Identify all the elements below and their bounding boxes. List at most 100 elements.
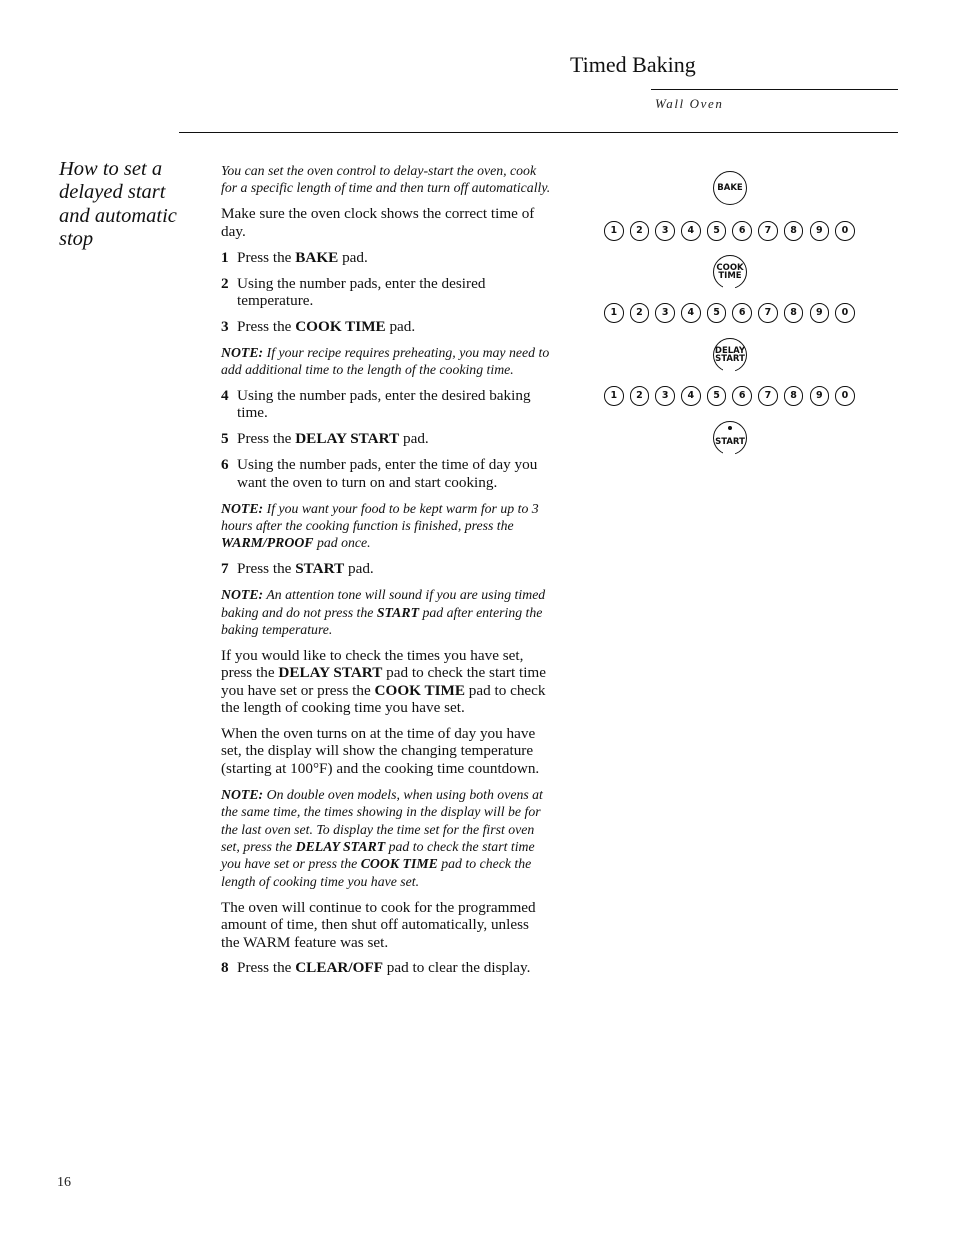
step-number: 8 [221,959,229,977]
step-text: Press the [237,430,296,448]
digit-pad-icon: 4 [681,221,701,241]
step-number: 4 [221,387,229,405]
digit-pad-icon: 1 [604,386,624,406]
pad-name: COOK TIME [374,681,465,699]
step-text: Press the [237,248,296,266]
digit-pad-icon: 7 [758,303,778,323]
digit-pad-icon: 7 [758,386,778,406]
step-7: 7 Press the START pad. [221,560,551,577]
step-number: 3 [221,317,229,335]
step-1: 1 Press the BAKE pad. [221,249,551,266]
step-8: 8 Press the CLEAR/OFF pad to clear the d… [221,959,551,976]
number-pad-row-3: 1 2 3 4 5 6 7 8 9 0 [604,386,855,406]
step-4: 4 Using the number pads, enter the desir… [221,387,551,422]
note-label: NOTE: [221,344,264,360]
pad-name: DELAY START [295,839,386,854]
digit-pad-icon: 2 [629,303,650,323]
cook-time-pad-icon: COOK TIME [713,255,747,291]
step-2: 2 Using the number pads, enter the desir… [221,275,551,310]
note-label: NOTE: [221,786,264,802]
number-pad-row-2: 1 2 3 4 5 6 7 8 9 0 [604,303,855,323]
pad-label: START [715,436,745,447]
note-label: NOTE: [221,587,264,603]
section-title: Timed Baking [570,52,696,77]
digit-pad-icon: 3 [655,303,675,323]
digit-pad-icon: 6 [732,221,752,241]
step-text: pad to clear the display. [382,959,531,977]
step-number: 6 [221,456,229,474]
digit-pad-icon: 5 [706,303,727,323]
pad-name: START [376,604,420,620]
digit-pad-icon: 2 [629,386,650,406]
digit-pad-icon: 6 [732,386,752,406]
number-pad-row-1: 1 2 3 4 5 6 7 8 9 0 [604,221,855,241]
pad-name: CLEAR/OFF [295,959,383,977]
check-times-paragraph: If you would like to check the times you… [221,647,551,717]
digit-pad-icon: 9 [809,303,829,323]
digit-pad-icon: 7 [758,221,778,241]
step-text: pad. [338,248,368,266]
step-text: Using the number pads, enter the time of… [237,456,538,491]
pad-name: START [295,560,345,578]
pad-name: COOK TIME [295,317,386,335]
side-heading: How to set a delayed start and automatic… [59,158,177,250]
digit-pad-icon: 8 [783,303,804,323]
digit-pad-icon: 3 [655,386,675,406]
digit-pad-icon: 6 [732,303,752,323]
note-double-oven: NOTE: On double oven models, when using … [221,786,551,890]
note-label: NOTE: [221,500,264,516]
pad-name: COOK TIME [360,856,438,872]
bake-pad-icon: BAKE [713,171,747,205]
digit-pad-icon: 0 [835,386,855,406]
header-rule-long [179,132,898,133]
step-3: 3 Press the COOK TIME pad. [221,318,551,335]
page-number: 16 [57,1175,71,1190]
instructions-column: You can set the oven control to delay-st… [221,162,551,985]
indicator-dot-icon [728,426,732,430]
continue-paragraph: The oven will continue to cook for the p… [221,898,536,951]
delay-start-pad-icon: DELAY START [713,338,747,374]
pad-name: BAKE [295,248,339,266]
digit-pad-icon: 5 [706,386,727,406]
section-subtitle: Wall Oven [655,96,724,111]
step-text: Using the number pads, enter the desired… [237,387,531,422]
step-text: Press the [237,317,296,335]
digit-pad-icon: 4 [681,303,701,323]
pad-name: WARM/PROOF [221,535,314,551]
step-5: 5 Press the DELAY START pad. [221,430,551,447]
digit-pad-icon: 2 [629,221,650,241]
step-number: 5 [221,430,229,448]
pad-name: DELAY START [295,430,400,448]
digit-pad-icon: 4 [681,386,701,406]
note-text: If you want your food to be kept warm fo… [221,500,539,533]
step-number: 1 [221,248,229,266]
step-text: pad. [385,317,416,335]
digit-pad-icon: 9 [809,221,829,241]
digit-pad-icon: 1 [604,221,624,241]
header-rule-short [651,89,898,90]
step-number: 7 [221,560,229,578]
digit-pad-icon: 0 [835,303,855,323]
digit-pad-icon: 8 [783,386,804,406]
intro-text: You can set the oven control to delay-st… [221,163,551,196]
pad-label: COOK TIME [716,262,744,281]
digit-pad-icon: 3 [655,221,675,241]
step-text: Press the [237,959,296,977]
step-text: pad. [399,430,429,448]
note-text: If your recipe requires preheating, you … [221,344,550,378]
turn-on-paragraph: When the oven turns on at the time of da… [221,725,540,777]
clock-text: Make sure the oven clock shows the corre… [221,205,535,240]
pad-label: DELAY START [714,345,746,364]
digit-pad-icon: 8 [783,221,804,241]
note-text: pad once. [313,535,371,551]
note-warm: NOTE: If you want your food to be kept w… [221,500,551,552]
step-number: 2 [221,274,229,292]
step-text: Using the number pads, enter the desired… [237,274,486,309]
start-pad-icon: START [713,421,747,457]
digit-pad-icon: 0 [835,221,855,241]
note-preheat: NOTE: If your recipe requires preheating… [221,344,551,379]
digit-pad-icon: 1 [604,303,624,323]
pad-name: DELAY START [278,664,383,682]
digit-pad-icon: 9 [809,386,829,406]
pad-label: BAKE [717,182,743,193]
